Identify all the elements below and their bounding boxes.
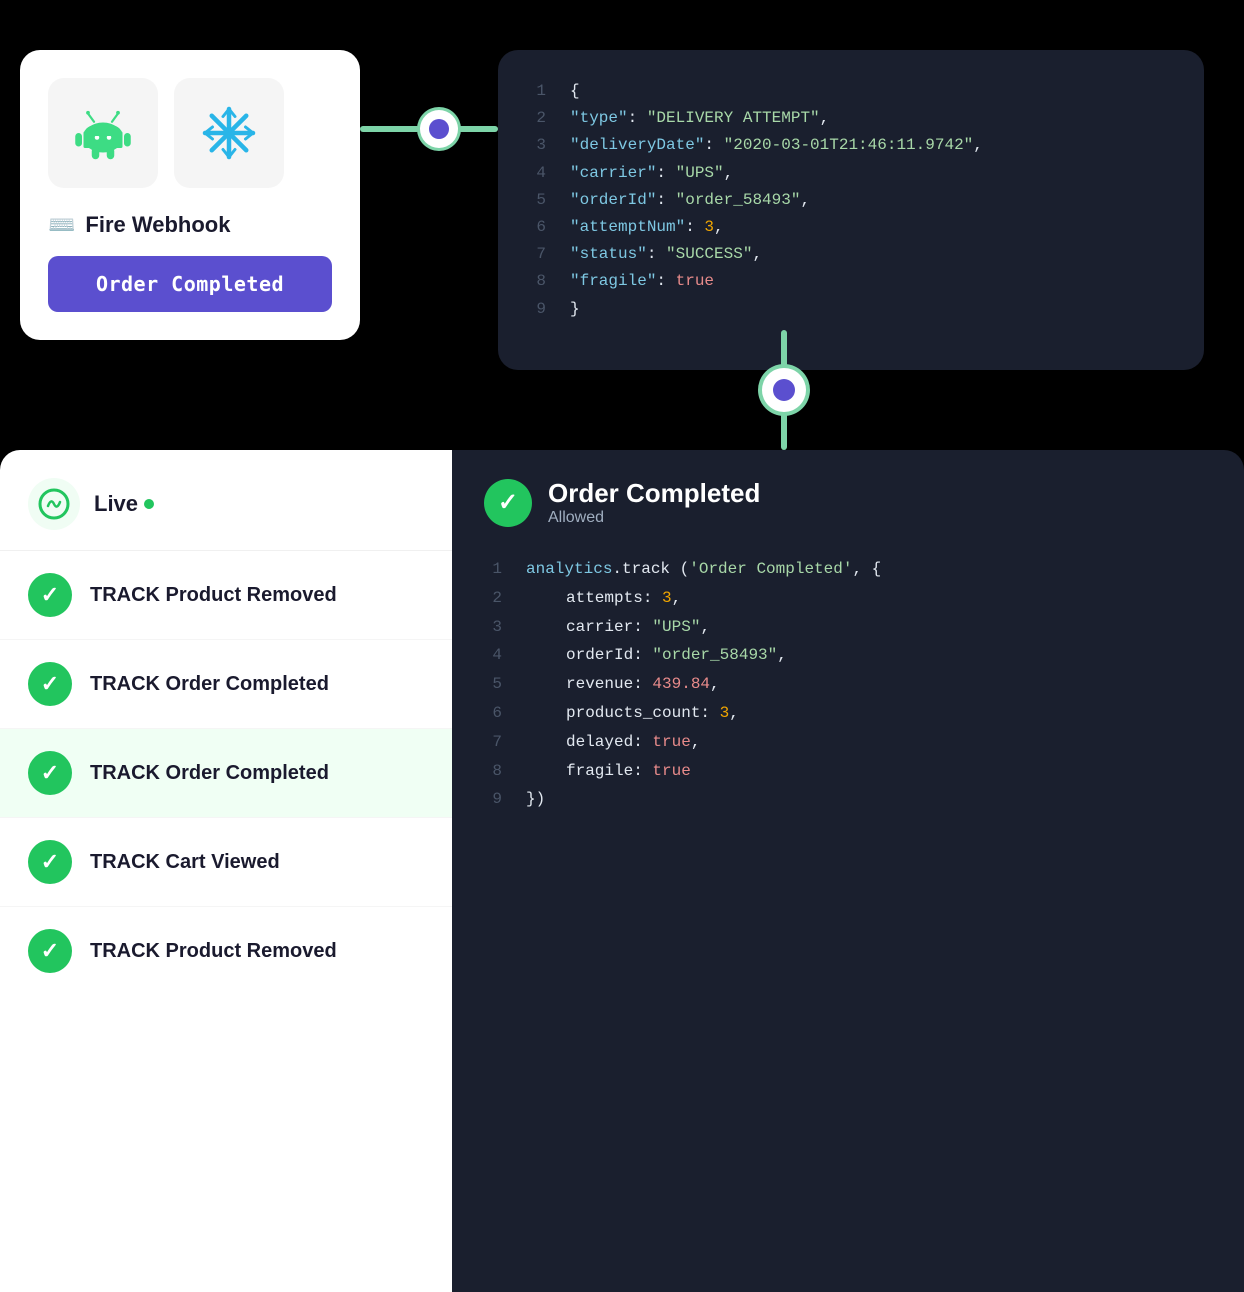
webhook-grid-icon: ⌨️ xyxy=(48,212,75,238)
fire-webhook-text: Fire Webhook xyxy=(85,212,230,238)
detail-line-num-5: 5 xyxy=(484,670,502,699)
line-num-6: 6 xyxy=(528,214,546,241)
detail-line-3: 3 carrier: "UPS", xyxy=(484,613,1212,642)
webhook-icons xyxy=(48,78,332,188)
line-num-7: 7 xyxy=(528,241,546,268)
code-line-2: 2 "type": "DELIVERY ATTEMPT", xyxy=(528,105,1174,132)
live-label: Live xyxy=(94,491,154,517)
connector-dot-inner xyxy=(429,119,449,139)
check-circle-1: ✓ xyxy=(28,573,72,617)
code-line-8: 8 "fragile": true xyxy=(528,268,1174,295)
event-item-5[interactable]: ✓ TRACK Product Removed xyxy=(0,907,452,995)
code-line-9: 9 } xyxy=(528,296,1174,323)
line-num-9: 9 xyxy=(528,296,546,323)
event-label-3: TRACK Order Completed xyxy=(90,762,329,785)
detail-header: ✓ Order Completed Allowed xyxy=(484,478,1212,527)
json-panel-top: 1 { 2 "type": "DELIVERY ATTEMPT", 3 "del… xyxy=(498,50,1204,370)
top-section: ⌨️ Fire Webhook Order Completed 1 { 2 "t… xyxy=(0,0,1244,440)
event-label-2: TRACK Order Completed xyxy=(90,673,329,696)
panel-header: Live xyxy=(0,450,452,551)
detail-line-8: 8 fragile: true xyxy=(484,757,1212,786)
code-block-top: 1 { 2 "type": "DELIVERY ATTEMPT", 3 "del… xyxy=(528,78,1174,323)
connector-line-left xyxy=(360,126,420,132)
v-dot-inner xyxy=(773,379,795,401)
detail-line-7: 7 delayed: true, xyxy=(484,728,1212,757)
v-line-top xyxy=(781,330,787,368)
detail-title-block: Order Completed Allowed xyxy=(548,478,760,527)
detail-line-num-1: 1 xyxy=(484,555,502,584)
code-line-6: 6 "attemptNum": 3, xyxy=(528,214,1174,241)
check-circle-2: ✓ xyxy=(28,662,72,706)
order-completed-button[interactable]: Order Completed xyxy=(48,256,332,312)
detail-line-4: 4 orderId: "order_58493", xyxy=(484,641,1212,670)
event-item-2[interactable]: ✓ TRACK Order Completed xyxy=(0,640,452,729)
check-mark-4: ✓ xyxy=(41,849,59,875)
detail-panel: ✓ Order Completed Allowed 1 analytics.tr… xyxy=(452,450,1244,1292)
detail-line-2: 2 attempts: 3, xyxy=(484,584,1212,613)
code-line-7: 7 "status": "SUCCESS", xyxy=(528,241,1174,268)
top-connector xyxy=(360,110,498,148)
detail-line-num-4: 4 xyxy=(484,641,502,670)
detail-check-mark: ✓ xyxy=(498,488,518,517)
code-line-5: 5 "orderId": "order_58493", xyxy=(528,187,1174,214)
event-item-1[interactable]: ✓ TRACK Product Removed xyxy=(0,551,452,640)
detail-line-1: 1 analytics.track ('Order Completed', { xyxy=(484,555,1212,584)
v-line-bottom xyxy=(781,412,787,450)
vertical-connector xyxy=(762,330,806,450)
detail-check-circle: ✓ xyxy=(484,479,532,527)
android-icon-box xyxy=(48,78,158,188)
event-label-4: TRACK Cart Viewed xyxy=(90,851,280,874)
check-mark-1: ✓ xyxy=(41,582,59,608)
bottom-section: Live ✓ TRACK Product Removed ✓ TRACK Ord… xyxy=(0,450,1244,1292)
line-num-5: 5 xyxy=(528,187,546,214)
detail-title: Order Completed xyxy=(548,478,760,509)
line-num-4: 4 xyxy=(528,160,546,187)
line-num-2: 2 xyxy=(528,105,546,132)
detail-line-num-8: 8 xyxy=(484,757,502,786)
detail-line-num-9: 9 xyxy=(484,785,502,814)
detail-line-5: 5 revenue: 439.84, xyxy=(484,670,1212,699)
detail-line-num-6: 6 xyxy=(484,699,502,728)
live-dot xyxy=(144,499,154,509)
android-icon xyxy=(73,103,133,163)
detail-subtitle: Allowed xyxy=(548,509,760,527)
detail-line-num-2: 2 xyxy=(484,584,502,613)
event-items: ✓ TRACK Product Removed ✓ TRACK Order Co… xyxy=(0,551,452,995)
fire-webhook-label: ⌨️ Fire Webhook xyxy=(48,212,332,238)
event-item-3[interactable]: ✓ TRACK Order Completed xyxy=(0,729,452,818)
check-mark-5: ✓ xyxy=(41,938,59,964)
connector-line-right xyxy=(458,126,498,132)
event-label-5: TRACK Product Removed xyxy=(90,940,337,963)
webhook-card: ⌨️ Fire Webhook Order Completed xyxy=(20,50,360,340)
snowflake-icon-box xyxy=(174,78,284,188)
detail-code-block: 1 analytics.track ('Order Completed', { … xyxy=(484,555,1212,814)
v-dot xyxy=(762,368,806,412)
line-num-8: 8 xyxy=(528,268,546,295)
detail-line-6: 6 products_count: 3, xyxy=(484,699,1212,728)
check-circle-3: ✓ xyxy=(28,751,72,795)
code-line-4: 4 "carrier": "UPS", xyxy=(528,160,1174,187)
event-list-panel: Live ✓ TRACK Product Removed ✓ TRACK Ord… xyxy=(0,450,452,1292)
code-line-3: 3 "deliveryDate": "2020-03-01T21:46:11.9… xyxy=(528,132,1174,159)
event-label-1: TRACK Product Removed xyxy=(90,584,337,607)
live-icon-circle xyxy=(28,478,80,530)
snowflake-svg-icon xyxy=(199,103,259,163)
event-item-4[interactable]: ✓ TRACK Cart Viewed xyxy=(0,818,452,907)
live-text: Live xyxy=(94,491,138,517)
segment-icon xyxy=(38,488,70,520)
line-num-3: 3 xyxy=(528,132,546,159)
check-mark-2: ✓ xyxy=(41,671,59,697)
check-mark-3: ✓ xyxy=(41,760,59,786)
line-num-1: 1 xyxy=(528,78,546,105)
detail-line-9: 9 }) xyxy=(484,785,1212,814)
check-circle-4: ✓ xyxy=(28,840,72,884)
code-line-1: 1 { xyxy=(528,78,1174,105)
connector-dot xyxy=(420,110,458,148)
detail-line-num-3: 3 xyxy=(484,613,502,642)
detail-line-num-7: 7 xyxy=(484,728,502,757)
check-circle-5: ✓ xyxy=(28,929,72,973)
